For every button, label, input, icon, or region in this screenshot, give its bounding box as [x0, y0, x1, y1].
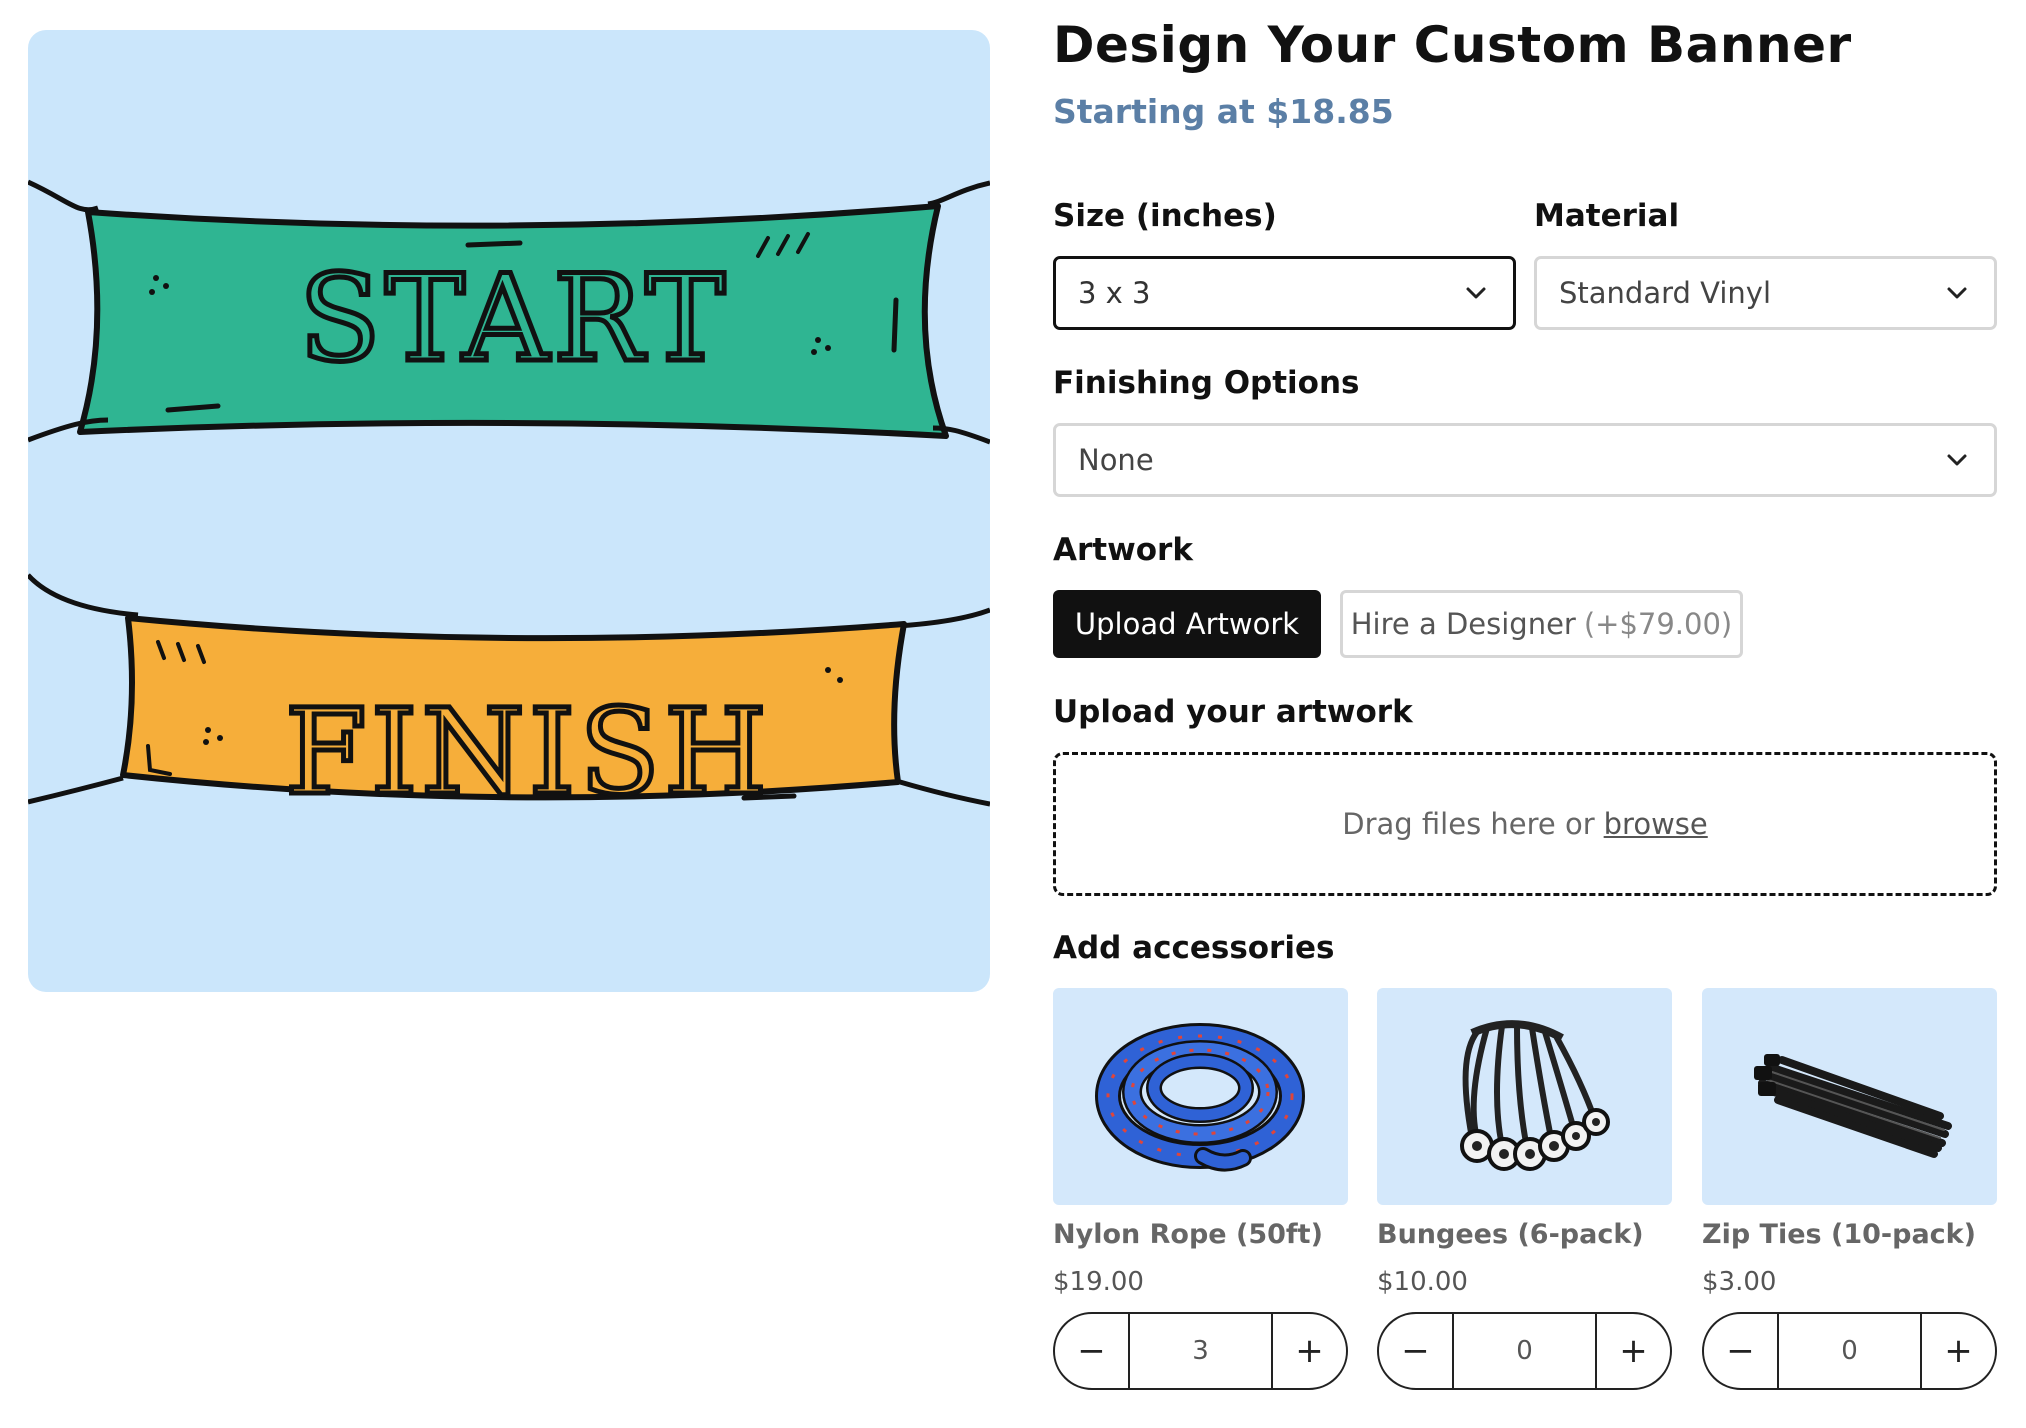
size-select[interactable]: 3 x 3 [1053, 256, 1516, 330]
accessory-image [1377, 988, 1672, 1205]
quantity-input[interactable]: 0 [1452, 1314, 1597, 1388]
accessory-name: Zip Ties (10-pack) [1702, 1219, 1976, 1250]
quantity-input[interactable]: 0 [1777, 1314, 1922, 1388]
product-image: START FINISH [28, 30, 990, 992]
bungee-icon [1460, 1020, 1610, 1171]
dropzone-text: Drag files here or [1342, 807, 1595, 841]
decrement-button[interactable]: − [1055, 1314, 1128, 1388]
material-label: Material [1534, 198, 1680, 234]
size-label: Size (inches) [1053, 198, 1277, 234]
banner-start-text: START [299, 250, 730, 389]
accessory-name: Nylon Rope (50ft) [1053, 1219, 1323, 1250]
artwork-label: Artwork [1053, 532, 1193, 568]
accessory-price: $19.00 [1053, 1267, 1144, 1297]
accessory-image [1053, 988, 1348, 1205]
page-title: Design Your Custom Banner [1053, 16, 1852, 74]
size-select-value: 3 x 3 [1078, 276, 1151, 310]
accessory-name: Bungees (6-pack) [1377, 1219, 1644, 1250]
finishing-select-value: None [1078, 443, 1154, 477]
increment-button[interactable]: + [1273, 1314, 1346, 1388]
starting-price: Starting at $18.85 [1053, 92, 1394, 131]
hire-designer-button[interactable]: Hire a Designer (+$79.00) [1340, 590, 1743, 658]
upload-artwork-button[interactable]: Upload Artwork [1053, 590, 1321, 658]
finishing-select[interactable]: None [1053, 423, 1997, 497]
hire-designer-label: Hire a Designer [1350, 607, 1576, 641]
quantity-stepper: − 0 + [1702, 1312, 1997, 1390]
zip-ties-icon [1754, 1054, 1952, 1158]
browse-link[interactable]: browse [1604, 807, 1708, 841]
accessory-card: Bungees (6-pack) $10.00 − 0 + [1377, 988, 1672, 1390]
finishing-label: Finishing Options [1053, 365, 1360, 401]
quantity-stepper: − 0 + [1377, 1312, 1672, 1390]
material-select-value: Standard Vinyl [1559, 276, 1772, 310]
rope-icon [1095, 1023, 1305, 1172]
quantity-input[interactable]: 3 [1128, 1314, 1273, 1388]
start-finish-banner-illustration: START FINISH [28, 179, 990, 824]
accessories-label: Add accessories [1053, 930, 1335, 966]
material-select[interactable]: Standard Vinyl [1534, 256, 1997, 330]
quantity-stepper: − 3 + [1053, 1312, 1348, 1390]
decrement-button[interactable]: − [1704, 1314, 1777, 1388]
product-page: START FINISH Design Your Custom Banner S… [0, 0, 2026, 1428]
accessory-card: Zip Ties (10-pack) $3.00 − 0 + [1702, 988, 1997, 1390]
increment-button[interactable]: + [1922, 1314, 1995, 1388]
chevron-down-icon [1947, 287, 1967, 299]
accessory-card: Nylon Rope (50ft) $19.00 − 3 + [1053, 988, 1348, 1390]
accessory-price: $3.00 [1702, 1267, 1777, 1297]
accessory-image [1702, 988, 1997, 1205]
upload-artwork-label: Upload your artwork [1053, 694, 1413, 730]
chevron-down-icon [1466, 287, 1486, 299]
banner-finish-text: FINISH [285, 683, 771, 821]
chevron-down-icon [1947, 454, 1967, 466]
hire-designer-price: (+$79.00) [1583, 607, 1733, 641]
file-dropzone[interactable]: Drag files here or browse [1053, 752, 1997, 896]
accessory-price: $10.00 [1377, 1267, 1468, 1297]
increment-button[interactable]: + [1597, 1314, 1670, 1388]
decrement-button[interactable]: − [1379, 1314, 1452, 1388]
